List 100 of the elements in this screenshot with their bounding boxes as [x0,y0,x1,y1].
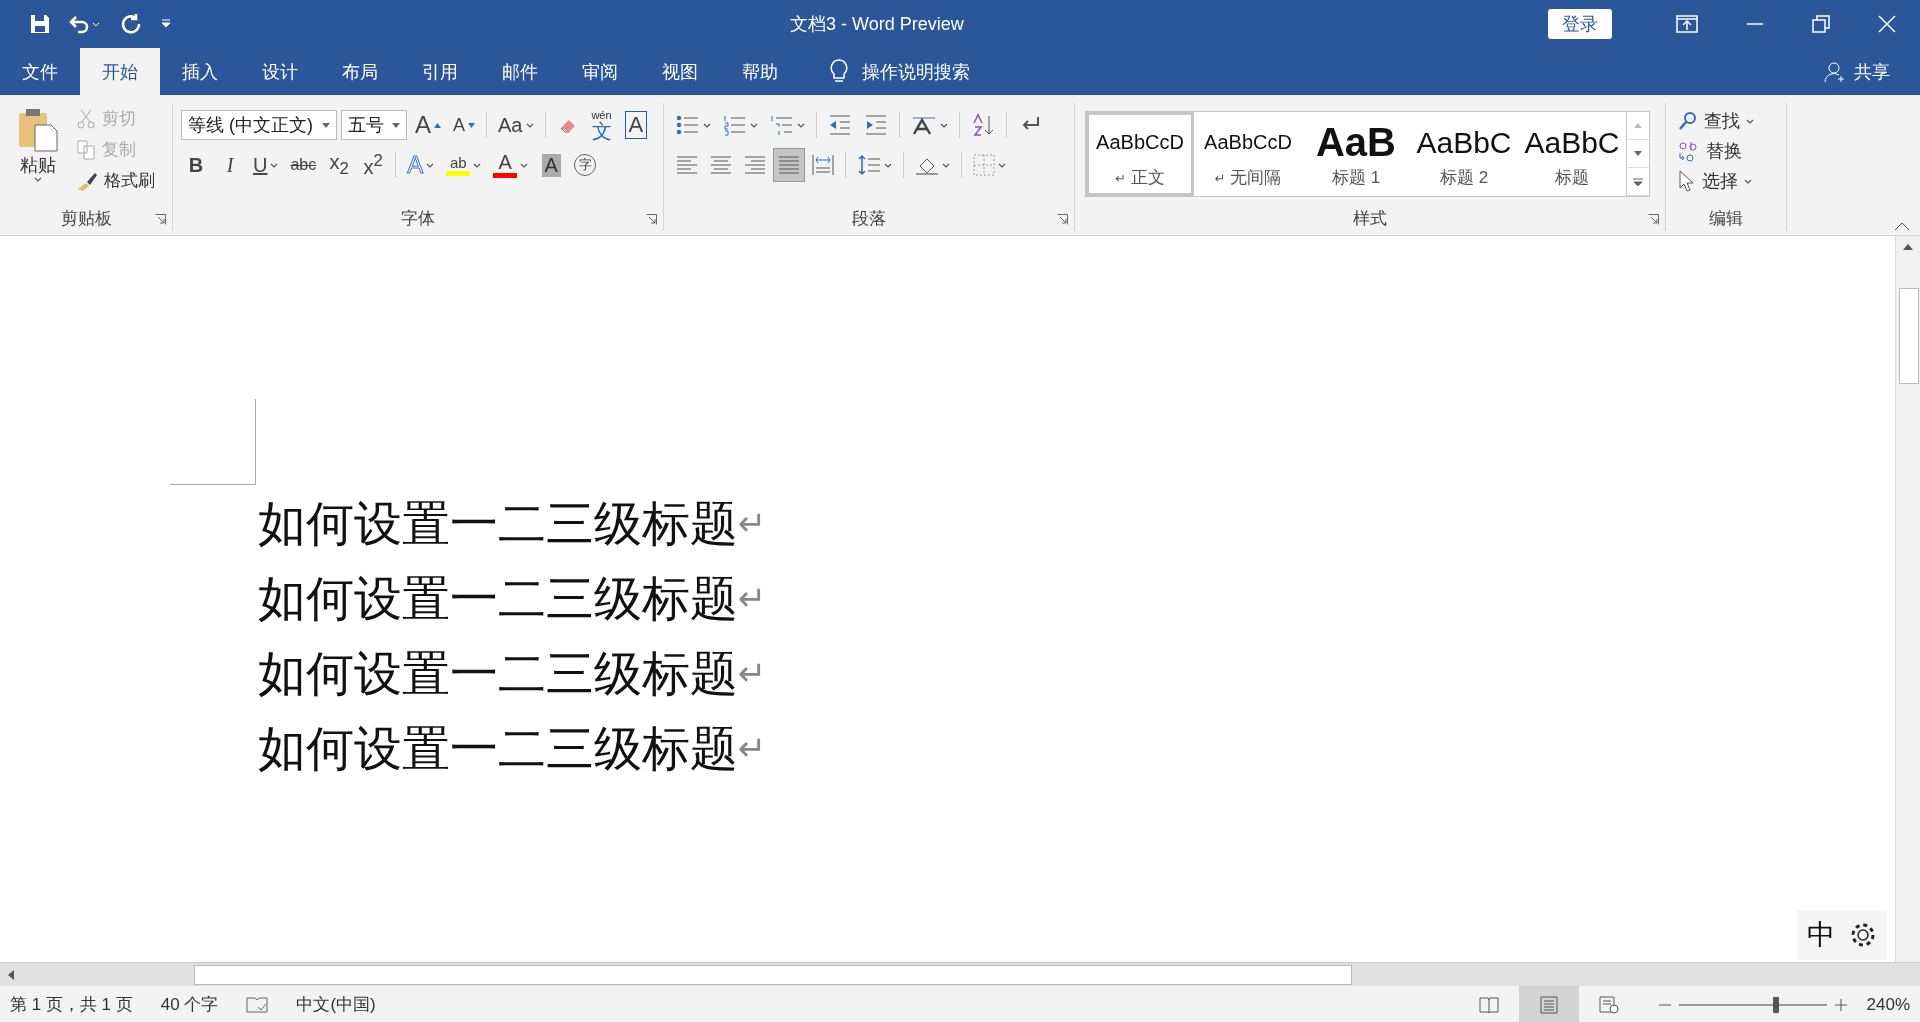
case-button[interactable]: Aa [494,109,538,141]
ribbon-tab[interactable]: 插入 [160,48,240,95]
painter-button[interactable]: 格式刷 [74,167,157,194]
lightbulb-icon[interactable] [830,58,848,85]
search-icon [1678,111,1698,131]
dropdown-icon [392,122,400,128]
align-left-icon [676,155,698,175]
undo-icon[interactable] [68,14,102,34]
scroll-left-icon[interactable] [8,969,14,980]
ribbon-tab[interactable]: 视图 [640,48,720,95]
align-right-icon [744,155,766,175]
style-item[interactable]: AaBbCcD ↵ 正文 [1086,112,1194,196]
heading-text: 如何设置一二三级标题 [258,496,738,552]
restore-icon[interactable] [1812,15,1830,33]
scissors-icon [76,108,96,129]
group-label: 样式 [1353,209,1387,228]
align-center-icon [710,155,732,175]
page-count: 第 1 页，共 1 页 [10,994,133,1016]
bold-button[interactable]: B [181,149,211,181]
tell-me-search[interactable]: 操作说明搜索 [862,59,970,84]
text-direction-icon [911,114,937,136]
strike-button[interactable]: abc [286,149,321,181]
select-button[interactable]: 选择 [1674,167,1778,195]
paragraph-mark: ↵ [738,728,767,769]
scroll-up-icon[interactable] [1903,244,1913,250]
highlight-button[interactable]: ab [442,149,486,181]
sup-button[interactable]: x$^{2}$ [358,149,389,181]
zoom-in-icon[interactable] [1834,998,1847,1011]
increase-indent-icon [864,114,888,136]
person-add-icon[interactable] [1824,60,1846,83]
dialog-launcher-icon[interactable] [155,214,166,225]
line-spacing-icon [857,154,881,176]
redo-icon[interactable] [120,13,142,35]
ribbon-tab[interactable]: 邮件 [480,48,560,95]
italic-button[interactable]: I [215,149,245,181]
clipboard-icon [17,107,59,153]
slider-thumb[interactable] [1773,996,1780,1013]
replace-button[interactable]: 替换 [1674,137,1778,165]
ribbon-tab[interactable]: 开始 [80,48,160,95]
grow-button[interactable]: A [411,109,445,141]
underline-button[interactable]: U [249,149,283,181]
sort-icon [971,113,995,137]
ribbon-tab[interactable]: 审阅 [560,48,640,95]
scroll-thumb[interactable] [194,964,1352,985]
language-label[interactable]: 中文(中国) [296,993,376,1016]
vertical-scrollbar[interactable] [1895,236,1920,962]
ribbon-tab[interactable]: 帮助 [720,48,800,95]
word-count: 40 个字 [160,994,219,1016]
close-icon[interactable] [1878,15,1896,33]
share-button[interactable]: 共享 [1854,59,1890,84]
dialog-launcher-icon[interactable] [1057,214,1068,225]
sub-button[interactable]: x$_{2}$ [324,149,355,181]
distributed-icon [812,154,834,176]
bullet-list-icon [676,114,700,136]
zoom-level[interactable]: 240% [1866,994,1910,1015]
page-icon [1538,995,1559,1014]
color-button[interactable]: A [489,149,533,181]
brush-icon [76,170,98,191]
dropdown-icon [34,177,42,182]
ribbon-tab[interactable]: 设计 [240,48,320,95]
dropdown-icon [322,122,330,128]
shrink-button[interactable]: A [449,109,480,141]
heading-text: 如何设置一二三级标题 [258,571,738,627]
shading-button[interactable]: A [536,149,567,181]
decrease-indent-icon [828,114,852,136]
heading-text: 如何设置一二三级标题 [258,646,738,702]
save-icon[interactable] [30,14,50,34]
up-triangle-icon [434,122,441,128]
window-title: 文档3 - Word Preview [790,14,964,34]
group-label: 剪贴板 [60,209,112,228]
dialog-launcher-icon[interactable] [1648,214,1659,225]
paragraph-mark: ↵ [738,653,767,694]
font-size-field[interactable]: 五号 [341,110,407,140]
multilevel-list-icon [770,114,794,136]
find-button[interactable]: 查找 [1674,107,1778,135]
dialog-launcher-icon[interactable] [646,214,657,225]
borders-icon [973,154,995,176]
ribbon-tab[interactable]: 文件 [0,48,80,95]
paragraph-mark: ↵ [738,578,767,619]
ribbon-tab[interactable]: 引用 [400,48,480,95]
ribbon-display-icon[interactable] [1676,15,1698,33]
ribbon-tab[interactable]: 布局 [320,48,400,95]
book-icon [1478,995,1499,1014]
font-name-field[interactable]: 等线 (中文正文) [181,110,337,140]
web-page-icon [1597,995,1620,1014]
scroll-thumb[interactable] [1899,288,1919,384]
customize-icon[interactable] [160,19,172,29]
settings-icon[interactable] [1849,921,1877,949]
group-label: 编辑 [1709,209,1743,228]
proofing-icon[interactable] [246,995,269,1014]
phonetic-button[interactable]: wén 文 [586,109,617,141]
paragraph-mark: ↵ [738,503,767,544]
copy-icon [76,139,96,160]
paste-button[interactable]: 粘贴 [8,105,68,207]
heading-text: 如何设置一二三级标题 [258,721,738,777]
sign-in-button[interactable]: 登录 [1548,9,1612,39]
collapse-ribbon-icon[interactable] [1894,222,1910,231]
horizontal-scrollbar[interactable] [0,962,1920,986]
group-label: 字体 [401,209,435,228]
replace-icon [1678,140,1700,162]
